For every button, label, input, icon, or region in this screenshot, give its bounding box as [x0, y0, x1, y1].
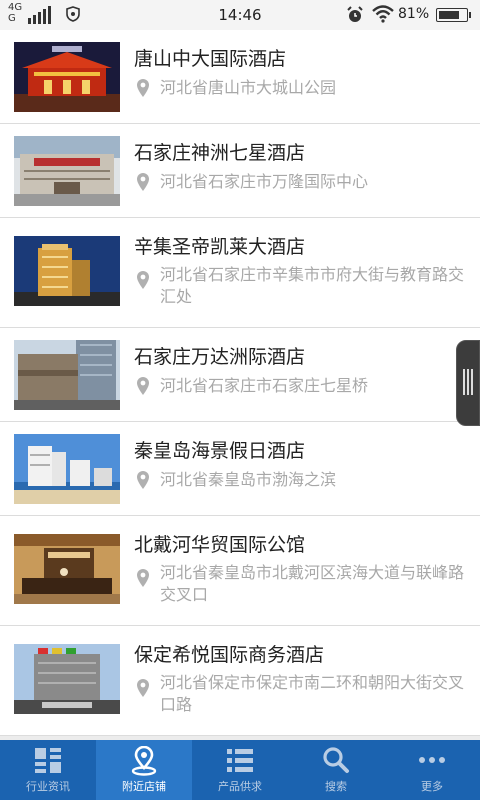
more-dots-icon: [384, 746, 480, 774]
list-item[interactable]: 石家庄万达洲际酒店 河北省石家庄市石家庄七星桥: [0, 328, 480, 422]
list-item[interactable]: 唐山中大国际酒店 河北省唐山市大城山公园: [0, 30, 480, 124]
tab-industry-news[interactable]: 行业资讯: [0, 740, 96, 800]
battery-nub: [469, 12, 471, 18]
location-pin-icon: [136, 78, 150, 102]
hotel-photo: [14, 136, 120, 206]
hotel-list[interactable]: 唐山中大国际酒店 河北省唐山市大城山公园 石家庄神洲七星酒店 河北省石家庄市万隆…: [0, 30, 480, 740]
tab-label: 搜索: [325, 780, 347, 793]
wifi-icon: [372, 5, 394, 27]
list-item[interactable]: 秦皇岛海景假日酒店 河北省秦皇岛市渤海之滨: [0, 422, 480, 516]
status-bar: 4G G 14:46 81%: [0, 0, 480, 30]
search-icon: [288, 746, 384, 774]
hotel-photo: [14, 42, 120, 112]
hotel-name: 秦皇岛海景假日酒店: [134, 440, 306, 462]
location-pin-icon: [136, 172, 150, 196]
side-drawer-handle[interactable]: [456, 340, 480, 426]
hotel-photo: [14, 236, 120, 306]
battery-percent: 81%: [398, 6, 430, 22]
tab-label: 行业资讯: [26, 780, 70, 793]
grid-icon: [0, 746, 96, 774]
hotel-name: 北戴河华贸国际公馆: [134, 534, 306, 556]
list-item[interactable]: 辛集圣帝凯莱大酒店 河北省石家庄市辛集市市府大街与教育路交汇处: [0, 218, 480, 328]
list-item[interactable]: 北戴河华贸国际公馆 河北省秦皇岛市北戴河区滨海大道与联峰路交叉口: [0, 516, 480, 626]
list-item[interactable]: 石家庄神洲七星酒店 河北省石家庄市万隆国际中心: [0, 124, 480, 218]
hotel-name: 保定希悦国际商务酒店: [134, 644, 325, 666]
hotel-address: 河北省石家庄市辛集市市府大街与教育路交汇处: [160, 265, 465, 306]
tab-label: 附近店铺: [122, 780, 166, 793]
tab-search[interactable]: 搜索: [288, 740, 384, 800]
location-pin-icon: [136, 568, 150, 592]
location-pin-icon: [136, 376, 150, 400]
location-pin-icon: [96, 746, 192, 776]
hotel-name: 石家庄神洲七星酒店: [134, 142, 306, 164]
tab-label: 更多: [421, 780, 443, 793]
location-pin-icon: [136, 270, 150, 294]
hotel-address: 河北省石家庄市万隆国际中心: [160, 172, 369, 191]
list-icon: [192, 746, 288, 774]
tab-label: 产品供求: [218, 780, 262, 793]
tab-nearby-shops[interactable]: 附近店铺: [96, 740, 192, 800]
hotel-name: 辛集圣帝凯莱大酒店: [134, 236, 306, 258]
hotel-address: 河北省石家庄市石家庄七星桥: [160, 376, 369, 395]
hotel-photo: [14, 534, 120, 604]
location-pin-icon: [136, 678, 150, 702]
hotel-address: 河北省保定市保定市南二环和朝阳大街交叉口路: [160, 673, 465, 714]
hotel-photo: [14, 340, 120, 410]
list-item[interactable]: 保定希悦国际商务酒店 河北省保定市保定市南二环和朝阳大街交叉口路: [0, 626, 480, 736]
tab-product-supply[interactable]: 产品供求: [192, 740, 288, 800]
hotel-name: 唐山中大国际酒店: [134, 48, 287, 70]
location-pin-icon: [136, 470, 150, 494]
hotel-address: 河北省秦皇岛市北戴河区滨海大道与联峰路交叉口: [160, 563, 465, 604]
hotel-address: 河北省秦皇岛市渤海之滨: [160, 470, 337, 489]
battery-level: [439, 11, 460, 19]
hotel-photo: [14, 644, 120, 714]
tab-more[interactable]: 更多: [384, 740, 480, 800]
hotel-address: 河北省唐山市大城山公园: [160, 78, 337, 97]
alarm-icon: [346, 6, 364, 28]
hotel-name: 石家庄万达洲际酒店: [134, 346, 306, 368]
hotel-photo: [14, 434, 120, 504]
battery-icon: [436, 8, 471, 22]
bottom-tab-bar: 行业资讯 附近店铺 产品供求 搜索 更多: [0, 740, 480, 800]
